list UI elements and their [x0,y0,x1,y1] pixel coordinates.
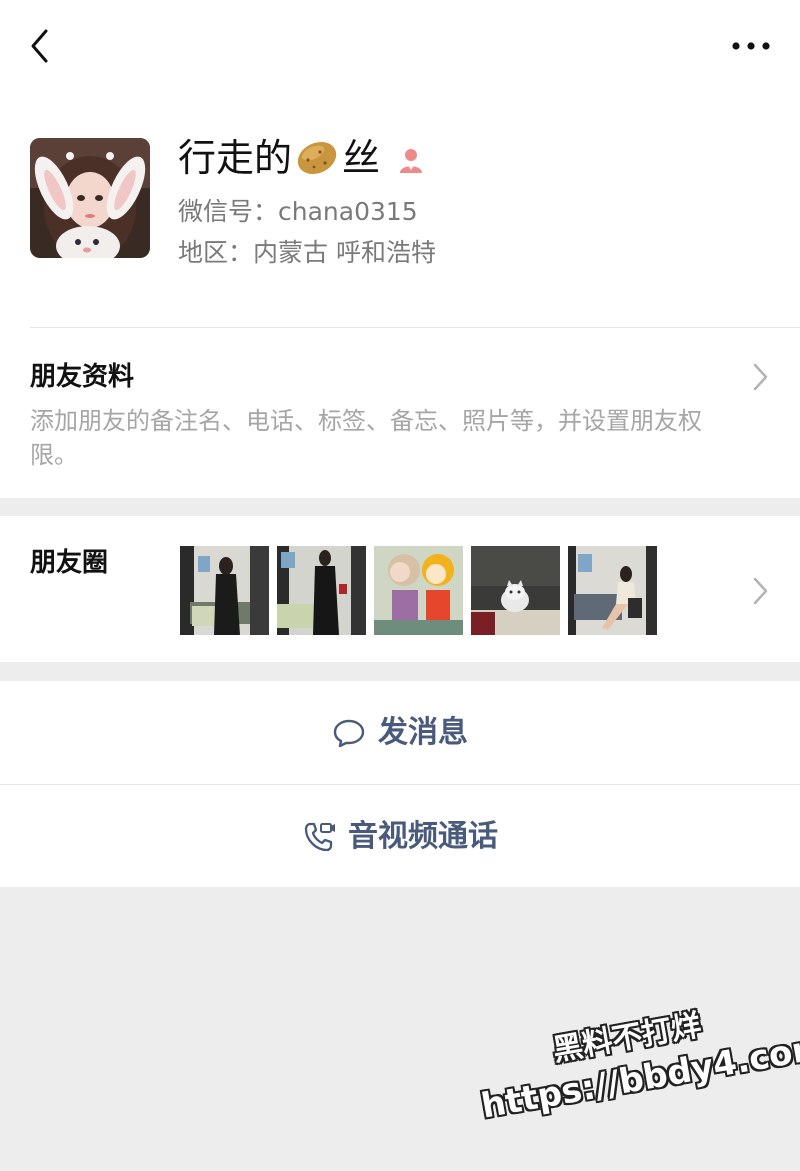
chevron-right-icon [753,363,768,391]
action-list: 发消息 音视频通话 [0,681,800,887]
chat-bubble-icon [333,719,365,747]
wechat-id: 微信号：chana0315 [178,197,418,226]
avatar[interactable] [30,138,150,258]
photo-woman-black-dress-1 [180,546,269,635]
chevron-left-icon [31,29,48,63]
contact-profile-page: 行走的 丝 微信号：chana0315 地区：内蒙古 呼和浩特 朋友资料 添加朋… [0,0,800,1171]
photo-woman-black-dress-2 [277,546,366,635]
region: 地区：内蒙古 呼和浩特 [178,238,436,267]
female-person-icon [400,149,423,173]
profile-card: 行走的 丝 微信号：chana0315 地区：内蒙古 呼和浩特 朋友资料 添加朋… [0,0,800,498]
photo-cat [471,546,560,635]
friend-info-description: 添加朋友的备注名、电话、标签、备忘、照片等，并设置朋友权限。 [30,407,702,469]
moments-thumbnail[interactable] [471,546,560,635]
more-dots-icon [732,42,770,50]
video-call-label: 音视频通话 [348,818,498,854]
friend-info-row[interactable]: 朋友资料 添加朋友的备注名、电话、标签、备忘、照片等，并设置朋友权限。 [0,328,800,498]
phone-video-icon [304,822,335,851]
photo-cartoon-figurines [374,546,463,635]
send-message-button[interactable]: 发消息 [0,681,800,784]
moments-title: 朋友圈 [30,548,109,578]
photo-woman-sitting [568,546,657,635]
potato-emoji-icon [297,141,337,175]
nickname-suffix: 丝 [342,136,381,180]
moments-thumbnail[interactable] [374,546,463,635]
friend-info-title: 朋友资料 [30,362,135,392]
chevron-right-icon [753,577,768,605]
video-call-button[interactable]: 音视频通话 [0,785,800,888]
moments-thumbnail[interactable] [568,546,657,635]
moments-thumbnail[interactable] [277,546,366,635]
back-button[interactable] [24,26,60,66]
moments-thumbnail[interactable] [180,546,269,635]
more-options-button[interactable] [728,32,774,60]
nickname-prefix: 行走的 [178,136,293,180]
avatar-image [30,138,150,258]
moments-row[interactable]: 朋友圈 [0,516,800,662]
moments-thumbnails [180,546,657,635]
watermark: 黑料不打烊 https://bbdy4.com [470,979,800,1127]
nickname: 行走的 丝 [178,132,426,184]
send-message-label: 发消息 [378,714,468,750]
